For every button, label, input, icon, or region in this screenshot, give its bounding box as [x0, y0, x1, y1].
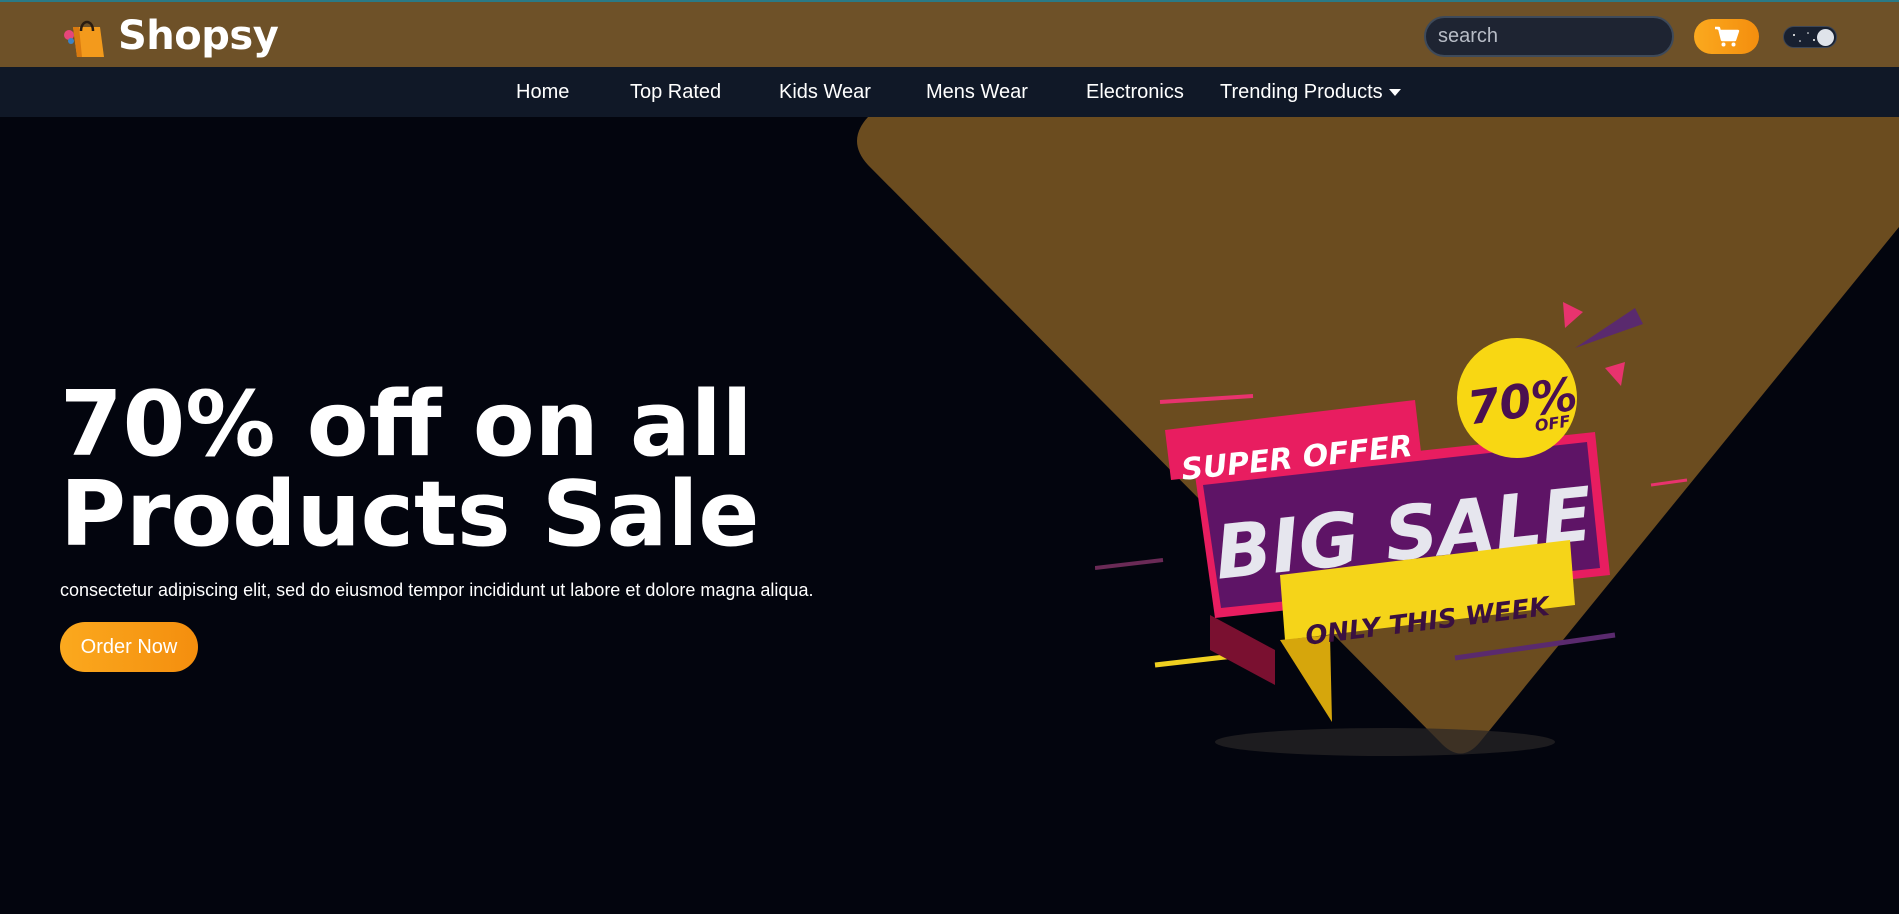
hero-subtitle: consectetur adipiscing elit, sed do eius…: [60, 580, 814, 600]
nav-item-home[interactable]: Home: [516, 81, 569, 104]
search-box[interactable]: [1424, 16, 1703, 57]
search-input[interactable]: [1438, 25, 1703, 48]
brand-name: Shopsy: [118, 13, 279, 59]
order-now-button[interactable]: Order Now: [60, 622, 198, 672]
confetti-streak: [1159, 394, 1254, 404]
main-navigation: Home Top Rated Kids Wear Mens Wear Elect…: [0, 67, 1899, 117]
confetti-piece: [1563, 302, 1583, 328]
confetti-piece: [1575, 308, 1643, 348]
nav-item-trending-label: Trending Products: [1220, 81, 1383, 103]
confetti-piece: [1605, 362, 1625, 386]
shopping-bag-icon: [64, 20, 104, 57]
big-sale-badge: BIG SALE SUPER OFFER ONLY THIS WEEK 70% …: [1095, 302, 1688, 722]
nav-item-electronics[interactable]: Electronics: [1086, 81, 1184, 104]
nav-item-trending-products[interactable]: Trending Products: [1220, 81, 1401, 104]
caret-down-icon: [1388, 89, 1401, 97]
confetti-streak: [1650, 478, 1688, 487]
confetti-streak: [1454, 632, 1616, 661]
top-header: Shopsy: [0, 0, 1899, 67]
nav-item-mens-wear[interactable]: Mens Wear: [926, 81, 1028, 104]
hero-title-line2: Products Sale: [60, 462, 760, 567]
toggle-knob: [1817, 29, 1834, 46]
cart-button[interactable]: [1694, 19, 1759, 54]
dark-mode-toggle[interactable]: [1783, 26, 1837, 48]
brand-logo[interactable]: Shopsy: [60, 12, 279, 60]
confetti-streak: [1095, 558, 1164, 570]
hero-title: 70% off on all Products Sale: [60, 380, 860, 560]
cart-icon: [1714, 26, 1739, 46]
nav-item-kids-wear[interactable]: Kids Wear: [779, 81, 871, 104]
nav-item-top-rated[interactable]: Top Rated: [630, 81, 721, 104]
